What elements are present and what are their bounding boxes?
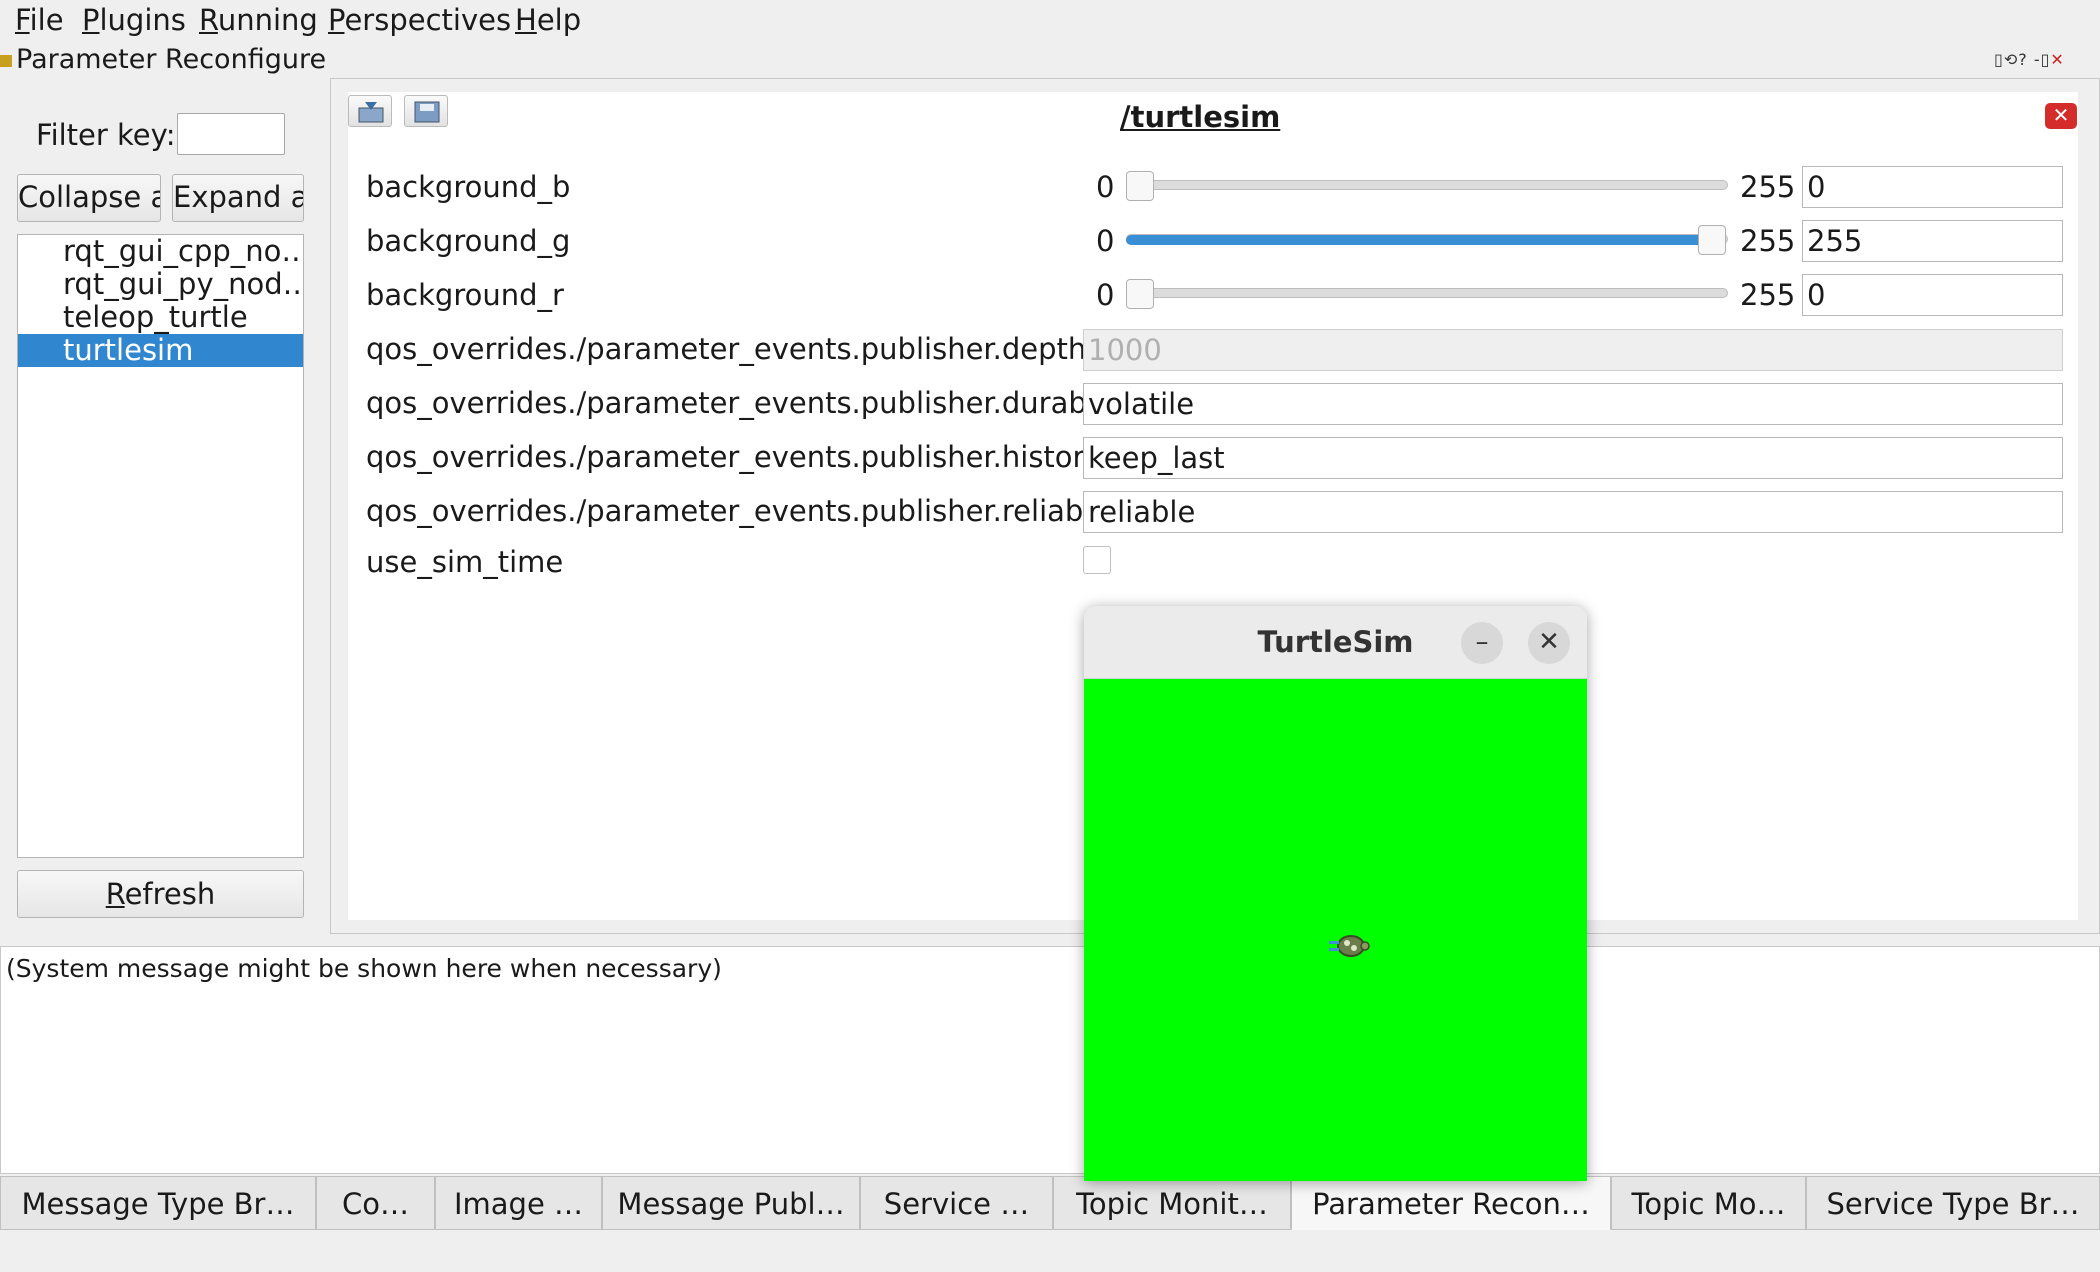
tab-image-view[interactable]: Image … <box>435 1176 602 1230</box>
tab-message-publisher[interactable]: Message Publ… <box>602 1176 860 1230</box>
slider-handle[interactable] <box>1126 279 1154 309</box>
tab-message-type-browser[interactable]: Message Type Br… <box>0 1176 316 1230</box>
menu-bar: File Plugins Running Perspectives Help <box>0 0 2100 40</box>
param-label: qos_overrides./parameter_events.publishe… <box>366 332 1087 366</box>
depth-field: 1000 <box>1083 329 2063 371</box>
menu-file[interactable]: File <box>15 3 64 37</box>
background-g-field[interactable]: 255 <box>1802 220 2063 262</box>
reload-icon[interactable]: ⟲ <box>2004 50 2018 69</box>
plugin-icon <box>0 54 12 67</box>
plugin-title: Parameter Reconfigure <box>0 44 326 74</box>
refresh-button[interactable]: Refresh <box>17 870 304 918</box>
node-list[interactable]: rqt_gui_cpp_no… rqt_gui_py_nod… teleop_t… <box>17 234 304 858</box>
history-field[interactable]: keep_last <box>1083 437 2063 479</box>
slider-min: 0 <box>1096 224 1115 258</box>
save-icon <box>414 101 440 123</box>
filter-key-input[interactable] <box>177 113 285 155</box>
param-label: qos_overrides./parameter_events.publishe… <box>366 386 1140 420</box>
system-message: (System message might be shown here when… <box>6 954 722 983</box>
tab-service-caller[interactable]: Service … <box>860 1176 1053 1230</box>
save-button[interactable] <box>404 95 448 127</box>
slider-max: 255 <box>1740 278 1796 312</box>
close-icon[interactable]: ✕ <box>2045 103 2077 129</box>
param-label: qos_overrides./parameter_events.publishe… <box>366 494 1137 528</box>
slider-min: 0 <box>1096 278 1115 312</box>
minimize-icon[interactable]: - <box>2034 50 2041 69</box>
tab-topic-monitor-2[interactable]: Topic Mo… <box>1611 1176 1806 1230</box>
turtle-icon <box>1329 935 1370 957</box>
list-item-selected[interactable]: turtlesim <box>18 334 303 367</box>
turtlesim-window[interactable]: TurtleSim – ✕ <box>1084 606 1587 1181</box>
slider-min: 0 <box>1096 170 1115 204</box>
turtlesim-canvas <box>1084 679 1587 1181</box>
tab-console[interactable]: Co… <box>316 1176 435 1230</box>
turtlesim-titlebar[interactable]: TurtleSim – ✕ <box>1084 606 1587 679</box>
plugin-title-controls: ▯⟲? -▯✕ <box>1994 50 2065 69</box>
turtlesim-title: TurtleSim <box>1257 625 1414 659</box>
filter-key-label: Filter key: <box>36 118 176 152</box>
slider-fill <box>1126 235 1716 245</box>
background-b-slider[interactable] <box>1126 180 1728 190</box>
background-r-slider[interactable] <box>1126 288 1728 298</box>
slider-handle[interactable] <box>1126 171 1154 201</box>
param-label: qos_overrides./parameter_events.publishe… <box>366 440 1102 474</box>
plugin-tab-bar: Message Type Br… Co… Image … Message Pub… <box>0 1176 2100 1232</box>
expand-all-button[interactable]: Expand all <box>172 174 304 222</box>
help-icon[interactable]: ? <box>2018 50 2028 69</box>
slider-max: 255 <box>1740 224 1796 258</box>
minimize-icon[interactable]: – <box>1461 622 1503 664</box>
menu-running[interactable]: Running <box>199 3 318 37</box>
tab-service-type-browser[interactable]: Service Type Br… <box>1806 1176 2100 1230</box>
use-sim-time-checkbox[interactable] <box>1083 546 1111 574</box>
tab-topic-monitor[interactable]: Topic Monit… <box>1053 1176 1291 1230</box>
node-title: /turtlesim <box>1120 100 1281 134</box>
param-label: use_sim_time <box>366 545 564 579</box>
slider-handle[interactable] <box>1698 225 1726 255</box>
load-icon <box>358 102 384 123</box>
load-button[interactable] <box>348 95 392 127</box>
close-window-icon[interactable]: ✕ <box>1528 622 1570 664</box>
durability-field[interactable]: volatile <box>1083 383 2063 425</box>
dock-icon[interactable]: ▯ <box>1994 50 2004 69</box>
collapse-all-button[interactable]: Collapse all <box>17 174 161 222</box>
menu-perspectives[interactable]: Perspectives <box>328 3 511 37</box>
background-b-field[interactable]: 0 <box>1802 166 2063 208</box>
tab-parameter-reconfigure[interactable]: Parameter Recon… <box>1291 1176 1611 1230</box>
float-icon[interactable]: ▯ <box>2041 50 2051 69</box>
reliability-field[interactable]: reliable <box>1083 491 2063 533</box>
slider-max: 255 <box>1740 170 1796 204</box>
param-label: background_g <box>366 224 571 258</box>
menu-help[interactable]: Help <box>515 3 581 37</box>
list-item[interactable]: rqt_gui_cpp_no… <box>18 235 303 268</box>
param-label: background_b <box>366 170 571 204</box>
background-r-field[interactable]: 0 <box>1802 274 2063 316</box>
param-label: background_r <box>366 278 564 312</box>
list-item[interactable]: teleop_turtle <box>18 301 303 334</box>
menu-plugins[interactable]: Plugins <box>82 3 186 37</box>
close-plugin-icon[interactable]: ✕ <box>2050 50 2064 69</box>
list-item[interactable]: rqt_gui_py_nod… <box>18 268 303 301</box>
